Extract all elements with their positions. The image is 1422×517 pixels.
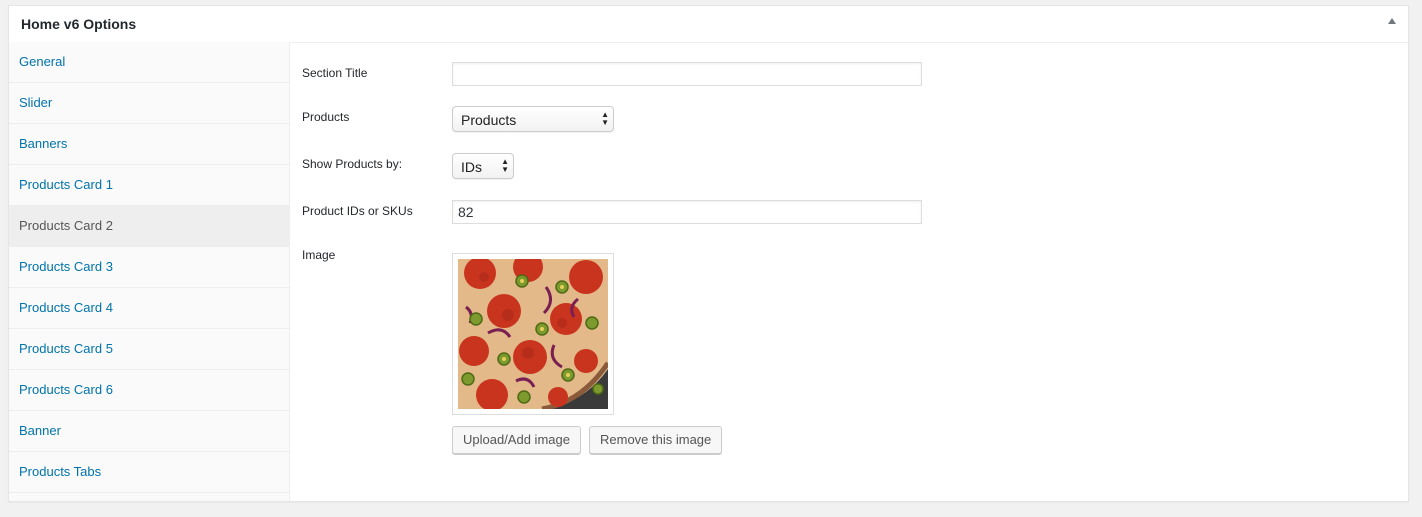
tab-panel: Section Title Products Products ▲ ▼ Show …: [290, 42, 1408, 501]
tab-products-card-5[interactable]: Products Card 5: [9, 329, 289, 370]
section-title-label: Section Title: [302, 66, 368, 80]
upload-image-button[interactable]: Upload/Add image: [452, 426, 581, 454]
show-by-select[interactable]: IDs ▲ ▼: [452, 153, 514, 179]
remove-image-button[interactable]: Remove this image: [589, 426, 723, 454]
pizza-image: [458, 259, 608, 409]
options-metabox: Home v6 Options General Slider Banners P…: [8, 5, 1409, 502]
products-select[interactable]: Products ▲ ▼: [452, 106, 614, 132]
tab-products-tabs[interactable]: Products Tabs: [9, 452, 289, 493]
show-by-select-value: IDs: [461, 159, 482, 175]
options-tabs: General Slider Banners Products Card 1 P…: [9, 42, 290, 501]
metabox-title: Home v6 Options: [21, 16, 137, 32]
tab-products-card-4[interactable]: Products Card 4: [9, 288, 289, 329]
products-label: Products: [302, 110, 350, 124]
tab-products-card-1[interactable]: Products Card 1: [9, 165, 289, 206]
products-select-value: Products: [461, 112, 517, 128]
section-title-input[interactable]: [452, 62, 922, 86]
image-label: Image: [302, 248, 336, 262]
select-arrows-icon: ▲ ▼: [601, 110, 609, 127]
metabox-header[interactable]: Home v6 Options: [9, 6, 1408, 43]
product-ids-input[interactable]: [452, 200, 922, 224]
tab-products-card-2[interactable]: Products Card 2: [9, 206, 289, 247]
product-ids-label: Product IDs or SKUs: [302, 204, 413, 218]
tab-products-card-3[interactable]: Products Card 3: [9, 247, 289, 288]
tab-banners[interactable]: Banners: [9, 124, 289, 165]
tab-banner[interactable]: Banner: [9, 411, 289, 452]
tab-general[interactable]: General: [9, 42, 289, 83]
arrow-up-icon[interactable]: [1388, 18, 1396, 24]
image-preview: [452, 253, 614, 415]
tab-slider[interactable]: Slider: [9, 83, 289, 124]
show-by-label: Show Products by:: [302, 157, 403, 171]
tab-products-card-6[interactable]: Products Card 6: [9, 370, 289, 411]
select-arrows-icon: ▲ ▼: [501, 157, 509, 174]
